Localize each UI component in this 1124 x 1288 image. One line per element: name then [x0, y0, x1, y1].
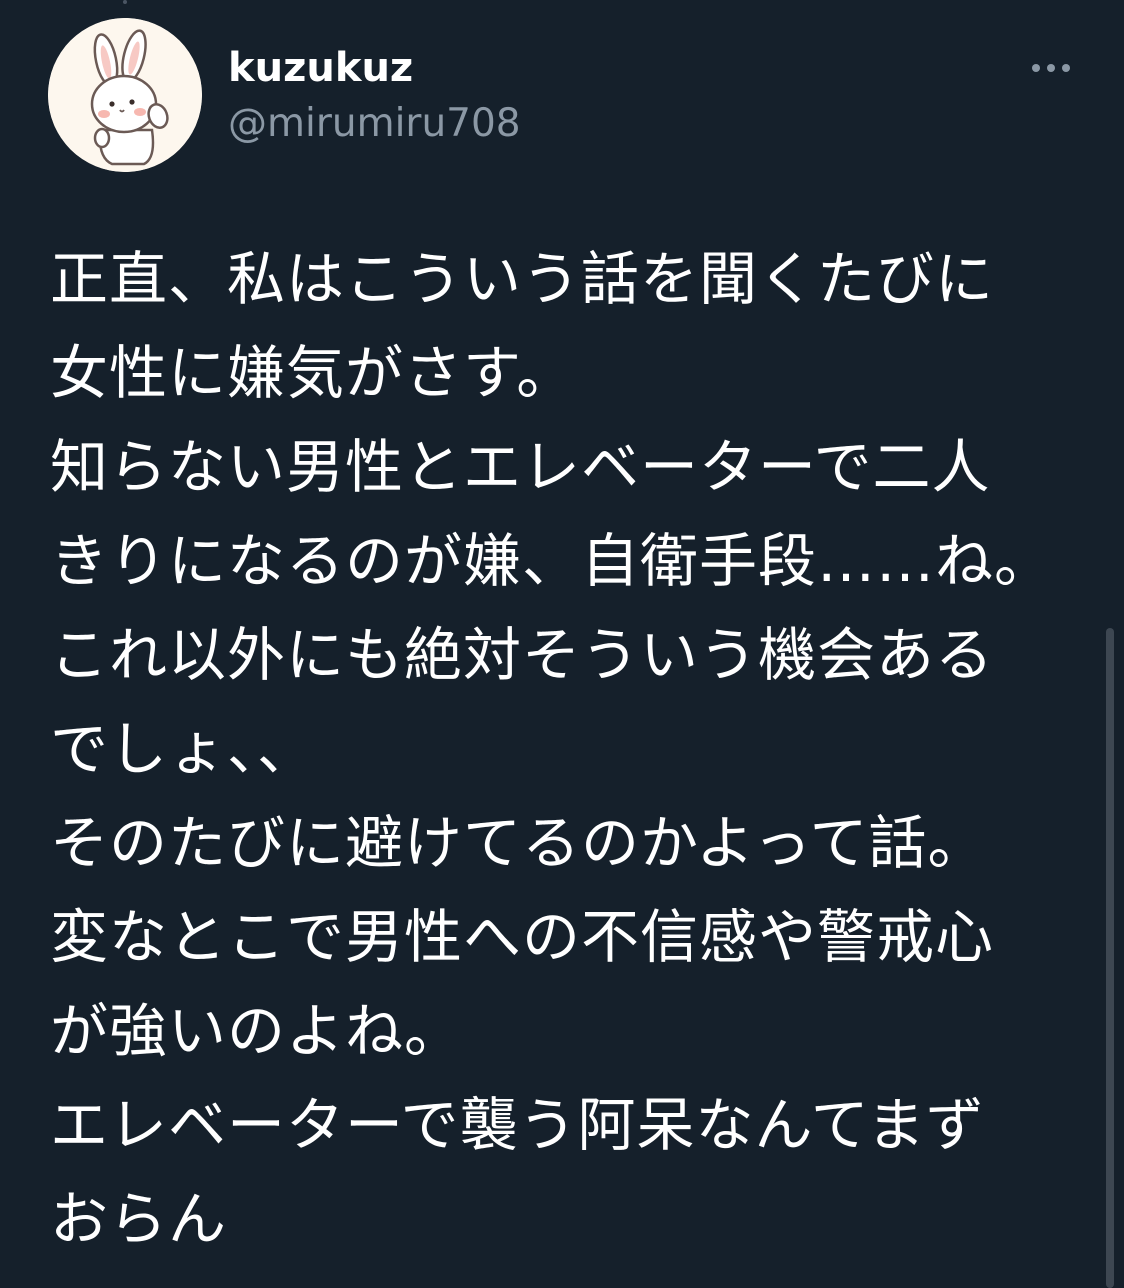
- tweet-text-line: エレベーターで襲う阿呆なんてまず: [50, 1091, 985, 1159]
- tweet-text-line: が強いのよね。: [50, 997, 464, 1065]
- tweet-text-line: 正直、私はこういう話を聞くたびに: [50, 245, 995, 313]
- more-options-button[interactable]: [1020, 48, 1082, 88]
- tweet-text-line: そのたびに避けてるのかよって話。: [50, 809, 987, 877]
- more-horizontal-icon-dot: [1062, 64, 1070, 72]
- tweet-text-line: きりになるのが嫌、自衛手段……ね。: [50, 527, 1054, 595]
- scrollbar-thumb[interactable]: [1106, 628, 1114, 1288]
- rabbit-icon: [48, 18, 202, 172]
- more-horizontal-icon: [1032, 64, 1040, 72]
- tweet-text-line: 女性に嫌気がさす。: [50, 339, 576, 407]
- more-horizontal-icon-dot: [1047, 64, 1055, 72]
- tweet-text-line: これ以外にも絶対そういう機会ある: [50, 621, 995, 689]
- tweet-text-line: 変なとこで男性への不信感や警戒心: [50, 903, 995, 971]
- tweet-text: 正直、私はこういう話を聞くたびに 女性に嫌気がさす。 知らない男性とエレベーター…: [50, 232, 1054, 1266]
- tweet-text-line: でしょ、、: [50, 715, 317, 783]
- avatar[interactable]: [48, 18, 202, 172]
- tweet-text-line: おらん: [50, 1185, 228, 1253]
- tweet-text-line: 知らない男性とエレベーターで二人: [50, 433, 991, 501]
- author-handle[interactable]: @mirumiru708: [228, 96, 521, 152]
- author-display-name[interactable]: kuzukuz: [228, 40, 413, 96]
- scroll-indicator-top: [123, 0, 127, 4]
